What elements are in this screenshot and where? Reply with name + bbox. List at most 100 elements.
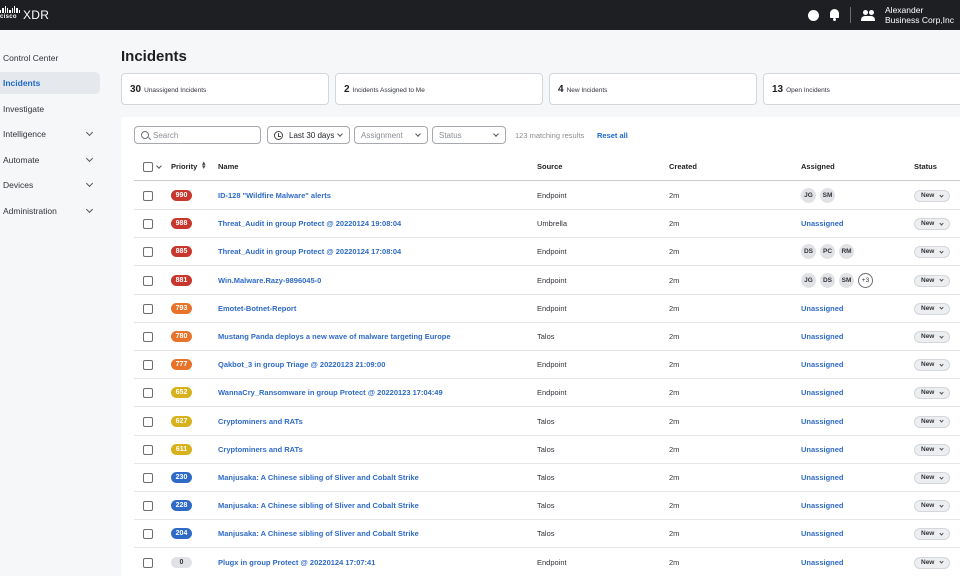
row-checkbox[interactable] [143,529,153,540]
select-all-checkbox[interactable] [143,162,153,172]
user-info[interactable]: Alexander Business Corp,Inc [885,5,954,25]
row-checkbox[interactable] [143,473,153,483]
help-icon[interactable] [808,9,820,21]
table-row[interactable]: 881 Win.Malware.Razy-9896045-0 Endpoint 2m J… [134,267,960,295]
table-row[interactable]: 230 Manjusaka: A Chinese sibling of Slive… [134,464,960,492]
status-dropdown[interactable]: New [914,302,950,315]
unassigned-link[interactable]: Unassigned [801,360,844,369]
date-range-select[interactable]: Last 30 days [267,126,350,144]
status-dropdown[interactable]: New [914,472,950,484]
column-header-created[interactable]: Created [669,162,697,171]
sidebar-item-investigate[interactable]: Investigate [0,98,100,120]
status-dropdown[interactable]: New [914,190,950,202]
column-header-source[interactable]: Source [537,162,562,171]
sidebar-item-devices[interactable]: Devices [0,174,100,196]
table-row[interactable]: 611 Cryptominers and RATs Talos 2m Unassigne… [134,436,960,464]
row-checkbox[interactable] [143,303,153,314]
row-checkbox[interactable] [143,332,153,342]
table-row[interactable]: 652 WannaCry_Ransomware in group Protect … [134,379,960,408]
status-dropdown[interactable]: New [914,500,950,513]
table-row[interactable]: 228 Manjusaka: A Chinese sibling of Slive… [134,492,960,521]
summary-card-unassigned[interactable]: 30 Unassigend Incidents [121,73,329,105]
sidebar-item-administration[interactable]: Administration [0,200,100,222]
sort-icon[interactable]: ▴ ▾ [202,160,206,171]
table-row[interactable]: 990 ID-128 "Wildfire Malware" alerts Endpo… [134,182,960,210]
row-checkbox[interactable] [143,191,153,201]
search-input[interactable]: Search [134,126,261,144]
row-checkbox[interactable] [143,416,153,427]
incident-name-link[interactable]: Qakbot_3 in group Triage @ 20220123 21:0… [218,360,385,369]
summary-card-assigned-to-me[interactable]: 2 Incidents Assigned to Me [335,73,543,105]
unassigned-link[interactable]: Unassigned [801,501,844,510]
assignee-avatar[interactable]: PC [820,244,835,260]
column-header-status[interactable]: Status [914,162,937,171]
row-checkbox[interactable] [143,247,153,258]
cisco-logo[interactable]: cisco [0,6,20,24]
table-row[interactable]: 780 Mustang Panda deploys a new wave of m… [134,323,960,351]
sidebar-item-control-center[interactable]: Control Center [0,47,100,69]
status-dropdown[interactable]: New [914,387,950,400]
notification-bell-icon[interactable] [829,9,840,21]
assignee-avatar[interactable]: JG [801,272,816,288]
assignment-select[interactable]: Assignment [354,126,428,144]
row-checkbox[interactable] [143,501,153,512]
table-row[interactable]: 0 Plugx in group Protect @ 20220124 17:07… [134,549,960,576]
unassigned-link[interactable]: Unassigned [801,473,844,482]
sidebar-item-automate[interactable]: Automate [0,149,100,171]
table-row[interactable]: 627 Cryptominers and RATs Talos 2m Unassigne… [134,408,960,436]
row-checkbox[interactable] [143,388,153,399]
more-assignees-badge[interactable]: +3 [858,272,873,288]
status-dropdown[interactable]: New [914,246,950,259]
incident-name-link[interactable]: ID-128 "Wildfire Malware" alerts [218,191,331,200]
summary-card-open[interactable]: 13 Open Incidents [763,73,960,105]
assignee-avatar[interactable]: SM [820,188,835,203]
incident-name-link[interactable]: Manjusaka: A Chinese sibling of Sliver a… [218,473,419,482]
row-checkbox[interactable] [143,557,153,568]
unassigned-link[interactable]: Unassigned [801,445,844,454]
summary-card-new[interactable]: 4 New Incidents [549,73,757,105]
unassigned-link[interactable]: Unassigned [801,417,844,426]
table-row[interactable]: 204 Manjusaka: A Chinese sibling of Slive… [134,520,960,549]
table-row[interactable]: 793 Emotet-Botnet-Report Endpoint 2m Unassig… [134,295,960,323]
incident-name-link[interactable]: Plugx in group Protect @ 20220124 17:07:… [218,558,375,567]
incident-name-link[interactable]: Threat_Audit in group Protect @ 20220124… [218,247,401,256]
status-dropdown[interactable]: New [914,331,950,343]
unassigned-link[interactable]: Unassigned [801,332,844,341]
column-header-priority[interactable]: Priority [171,162,197,171]
status-dropdown[interactable]: New [914,415,950,428]
assignee-avatar[interactable]: DS [801,244,816,260]
status-dropdown[interactable]: New [914,443,950,456]
status-dropdown[interactable]: New [914,359,950,372]
incident-name-link[interactable]: Manjusaka: A Chinese sibling of Sliver a… [218,501,419,510]
reset-all-link[interactable]: Reset all [597,131,628,140]
status-dropdown[interactable]: New [914,218,950,231]
sidebar-item-intelligence[interactable]: Intelligence [0,123,100,145]
unassigned-link[interactable]: Unassigned [801,558,844,567]
incident-name-link[interactable]: Win.Malware.Razy-9896045-0 [218,276,321,285]
assignee-avatar[interactable]: RM [839,244,854,260]
column-header-assigned[interactable]: Assigned [801,162,835,171]
status-select[interactable]: Status [432,126,506,144]
table-row[interactable]: 777 Qakbot_3 in group Triage @ 20220123 2… [134,351,960,380]
status-dropdown[interactable]: New [914,274,950,287]
assignee-avatar[interactable]: DS [820,272,835,288]
table-row[interactable]: 885 Threat_Audit in group Protect @ 20220… [134,238,960,267]
status-dropdown[interactable]: New [914,528,950,541]
incident-name-link[interactable]: Cryptominers and RATs [218,417,303,426]
row-checkbox[interactable] [143,275,153,286]
unassigned-link[interactable]: Unassigned [801,529,844,538]
unassigned-link[interactable]: Unassigned [801,304,844,313]
incident-name-link[interactable]: Cryptominers and RATs [218,445,303,454]
incident-name-link[interactable]: Threat_Audit in group Protect @ 20220124… [218,219,401,228]
table-row[interactable]: 988 Threat_Audit in group Protect @ 20220… [134,210,960,239]
unassigned-link[interactable]: Unassigned [801,219,844,228]
status-dropdown[interactable]: New [914,556,950,569]
incident-name-link[interactable]: Emotet-Botnet-Report [218,304,296,313]
column-header-name[interactable]: Name [218,162,238,171]
incident-name-link[interactable]: Mustang Panda deploys a new wave of malw… [218,332,451,341]
assignee-avatar[interactable]: JG [801,188,816,203]
row-checkbox[interactable] [143,219,153,230]
row-checkbox[interactable] [143,360,153,371]
incident-name-link[interactable]: WannaCry_Ransomware in group Protect @ 2… [218,388,443,397]
assignee-avatar[interactable]: SM [839,272,854,288]
